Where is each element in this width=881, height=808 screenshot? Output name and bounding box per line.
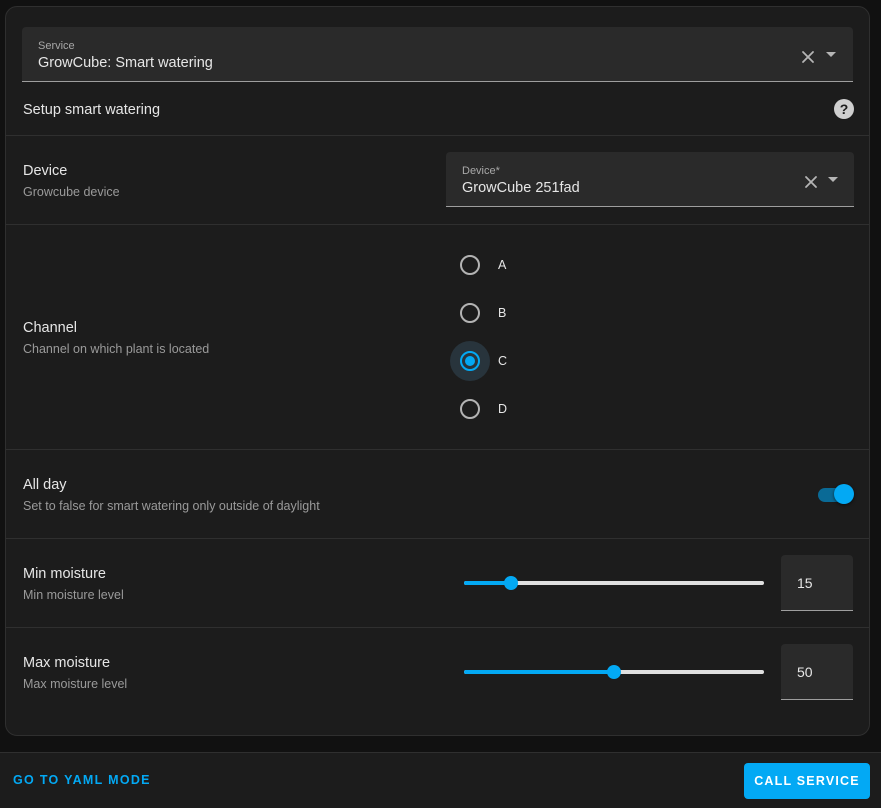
- service-picker-label: Service: [38, 40, 75, 52]
- service-card: Service GrowCube: Smart watering Setup s…: [5, 6, 870, 736]
- channel-radio-c[interactable]: C: [446, 341, 526, 381]
- yaml-mode-button[interactable]: GO TO YAML MODE: [13, 773, 151, 787]
- toggle-thumb: [834, 484, 854, 504]
- help-icon[interactable]: ?: [834, 99, 854, 119]
- radio-circle: [460, 255, 480, 275]
- device-picker-value: GrowCube 251fad: [462, 180, 580, 196]
- call-service-button[interactable]: CALL SERVICE: [744, 763, 870, 799]
- divider: [6, 627, 869, 628]
- channel-radio-a[interactable]: A: [446, 250, 526, 280]
- slider-knob[interactable]: [607, 665, 621, 679]
- all-day-title: All day: [23, 477, 67, 493]
- slider-fill: [464, 670, 614, 674]
- max-moisture-value: 50: [797, 664, 813, 680]
- divider: [6, 135, 869, 136]
- radio-label: D: [498, 402, 508, 416]
- channel-radio-d[interactable]: D: [446, 394, 526, 424]
- clear-icon[interactable]: [799, 48, 817, 66]
- radio-circle: [460, 351, 480, 371]
- footer-bar: GO TO YAML MODE CALL SERVICE: [0, 752, 881, 808]
- device-picker[interactable]: Device* GrowCube 251fad: [446, 152, 854, 207]
- clear-icon[interactable]: [802, 173, 820, 191]
- radio-circle: [460, 399, 480, 419]
- all-day-toggle[interactable]: [818, 484, 854, 504]
- max-moisture-title: Max moisture: [23, 655, 111, 671]
- device-description: Growcube device: [23, 185, 120, 199]
- radio-label: A: [498, 258, 507, 272]
- channel-radio-b[interactable]: B: [446, 298, 526, 328]
- min-moisture-slider[interactable]: [464, 573, 764, 593]
- divider: [6, 224, 869, 225]
- max-moisture-slider[interactable]: [464, 662, 764, 682]
- channel-title: Channel: [23, 320, 78, 336]
- channel-description: Channel on which plant is located: [23, 342, 210, 356]
- device-title: Device: [23, 163, 68, 179]
- min-moisture-value: 15: [797, 575, 813, 591]
- chevron-down-icon[interactable]: [828, 177, 838, 182]
- radio-circle: [460, 303, 480, 323]
- service-picker-value: GrowCube: Smart watering: [38, 55, 213, 71]
- radio-label: C: [498, 354, 508, 368]
- radio-dot: [465, 356, 475, 366]
- max-moisture-input[interactable]: 50: [781, 644, 853, 700]
- max-moisture-description: Max moisture level: [23, 677, 128, 691]
- service-description: Setup smart watering: [23, 102, 161, 118]
- radio-label: B: [498, 306, 507, 320]
- min-moisture-input[interactable]: 15: [781, 555, 853, 611]
- slider-knob[interactable]: [503, 576, 518, 590]
- min-moisture-title: Min moisture: [23, 566, 106, 582]
- service-picker[interactable]: Service GrowCube: Smart watering: [22, 27, 853, 82]
- device-picker-label: Device*: [462, 165, 500, 177]
- all-day-description: Set to false for smart watering only out…: [23, 499, 320, 513]
- chevron-down-icon[interactable]: [826, 52, 836, 57]
- divider: [6, 449, 869, 450]
- divider: [6, 538, 869, 539]
- min-moisture-description: Min moisture level: [23, 588, 124, 602]
